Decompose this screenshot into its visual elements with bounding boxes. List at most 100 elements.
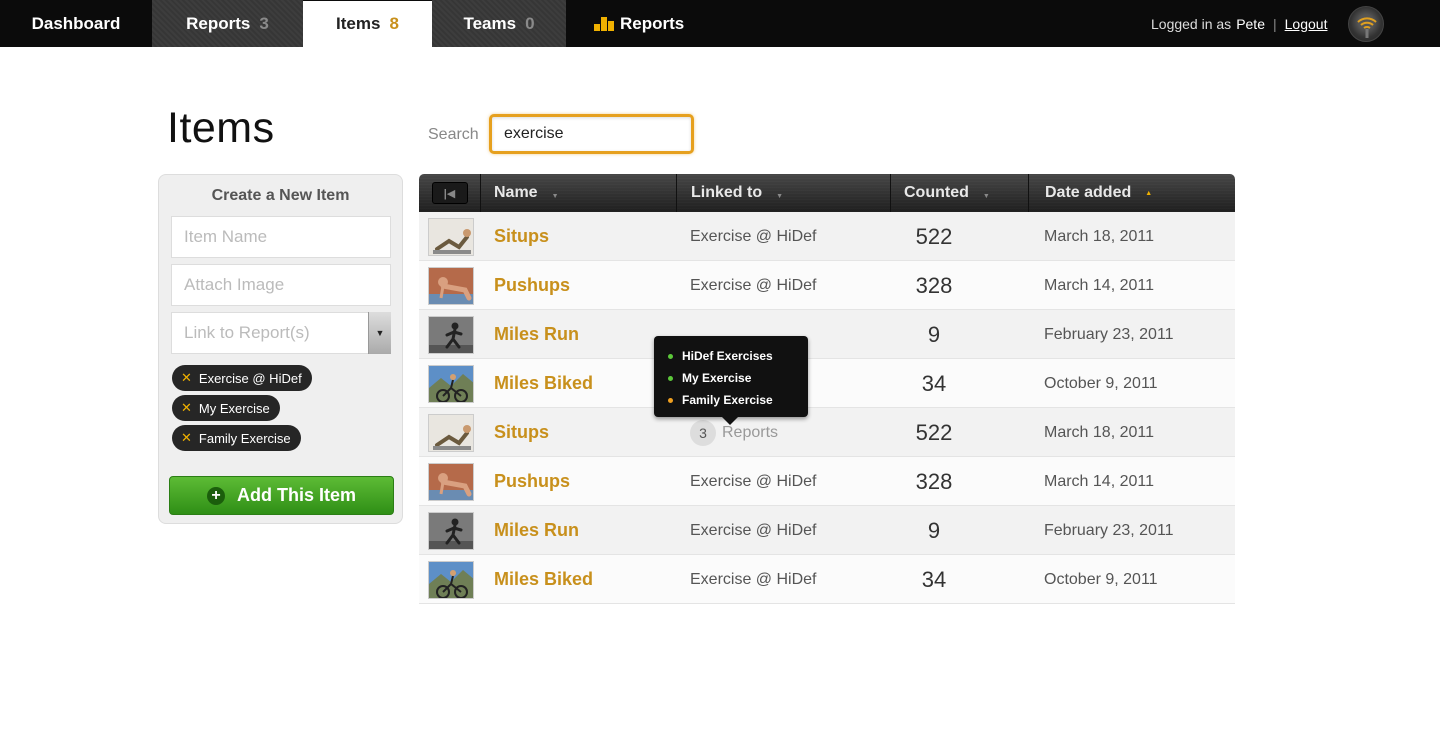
tag-label: My Exercise [198, 400, 270, 416]
dropdown-arrow-icon[interactable]: ▼ [368, 312, 391, 354]
table-row[interactable]: Miles Biked 34 October 9, 2011 [419, 359, 1235, 408]
search-label: Search [428, 126, 479, 143]
username: Pete [1236, 15, 1265, 32]
table-row[interactable]: Situps 3 Reports 522 March 18, 2011 [419, 408, 1235, 457]
item-name-link[interactable]: Miles Run [494, 506, 579, 555]
linked-to-cell[interactable]: Exercise @ HiDef [690, 261, 817, 310]
item-thumbnail [428, 267, 474, 305]
counted-value: 328 [915, 272, 953, 298]
create-item-panel: Create a New Item Item Name Attach Image… [158, 174, 403, 524]
table-row[interactable]: Miles Run 9 February 23, 2011 [419, 310, 1235, 359]
sort-icon: ▼ [776, 192, 784, 200]
table-row[interactable]: Situps Exercise @ HiDef 522 March 18, 20… [419, 212, 1235, 261]
tooltip-item-label: HiDef Exercises [682, 349, 773, 363]
logged-in-prefix: Logged in as [1151, 15, 1232, 32]
status-dot [668, 397, 673, 403]
counted-value: 34 [921, 370, 947, 396]
link-reports-placeholder: Link to Report(s) [184, 323, 310, 342]
item-name-link[interactable]: Miles Biked [494, 359, 593, 408]
avatar[interactable] [1348, 6, 1384, 42]
link-reports-select[interactable]: Link to Report(s) ▼ [171, 312, 391, 354]
date-added-value: October 9, 2011 [1044, 374, 1158, 392]
tab-items[interactable]: Items 8 [303, 1, 432, 47]
table-row[interactable]: Miles Biked Exercise @ HiDef 34 October … [419, 555, 1235, 604]
tab-dashboard-label: Dashboard [31, 13, 121, 33]
column-name-label: Name [494, 184, 538, 201]
close-icon[interactable]: ✕ [181, 430, 192, 446]
item-name-link[interactable]: Situps [494, 408, 549, 457]
sort-icon: ▼ [551, 192, 559, 200]
column-name[interactable]: Name ▼ [481, 174, 677, 212]
table-header: |◀ Name ▼ Linked to ▼ Counted ▼ Date add… [419, 174, 1235, 212]
top-nav: Dashboard Reports 3 Items 8 Teams 0 Repo… [0, 0, 1440, 47]
date-added-value: March 18, 2011 [1044, 227, 1154, 245]
collapse-icon[interactable]: |◀ [431, 182, 468, 204]
linked-to-cell[interactable]: Exercise @ HiDef [690, 457, 817, 506]
item-thumbnail [428, 316, 474, 354]
bar-chart-icon [594, 16, 614, 31]
linked-to-cell[interactable]: Exercise @ HiDef [690, 555, 817, 604]
add-item-label: Add This Item [236, 485, 356, 505]
tab-reports-label: Reports [186, 13, 251, 33]
linked-to-cell[interactable]: Exercise @ HiDef [690, 212, 817, 261]
attach-image-field[interactable]: Attach Image [171, 264, 391, 306]
linked-to-value: Exercise @ HiDef [690, 570, 817, 588]
create-item-title: Create a New Item [211, 187, 350, 204]
linked-to-cell[interactable]: Exercise @ HiDef [690, 506, 817, 555]
item-name-link[interactable]: Miles Run [494, 310, 579, 359]
tab-teams[interactable]: Teams 0 [432, 0, 566, 47]
column-linked-label: Linked to [691, 184, 763, 201]
item-name-link[interactable]: Pushups [494, 457, 570, 506]
tag-label: Family Exercise [198, 430, 291, 446]
item-name-link[interactable]: Pushups [494, 261, 570, 310]
date-added-value: February 23, 2011 [1044, 521, 1174, 539]
linked-report-tag: ✕ Exercise @ HiDef [172, 365, 312, 391]
close-icon[interactable]: ✕ [181, 370, 192, 386]
item-thumbnail [428, 463, 474, 501]
linked-report-tag: ✕ Family Exercise [172, 425, 301, 451]
date-added-value: March 14, 2011 [1044, 472, 1154, 490]
items-table: |◀ Name ▼ Linked to ▼ Counted ▼ Date add… [419, 174, 1235, 604]
linked-to-value: Exercise @ HiDef [690, 227, 817, 245]
linked-report-tag: ✕ My Exercise [172, 395, 280, 421]
date-added-value: March 14, 2011 [1044, 276, 1154, 294]
separator: | [1273, 15, 1277, 32]
item-thumbnail [428, 414, 474, 452]
tab-reports[interactable]: Reports 3 [152, 0, 303, 47]
login-status: Logged in as Pete | Logout [1151, 0, 1327, 47]
sort-icon: ▼ [982, 192, 990, 200]
table-row[interactable]: Pushups Exercise @ HiDef 328 March 14, 2… [419, 261, 1235, 310]
sort-asc-icon: ▲ [1145, 189, 1153, 197]
counted-value: 522 [915, 419, 953, 445]
column-counted[interactable]: Counted ▼ [891, 174, 1029, 212]
linked-to-value: Exercise @ HiDef [690, 521, 817, 539]
page-title: Items [167, 104, 275, 152]
status-dot [668, 375, 673, 381]
tab-reports-chart[interactable]: Reports [566, 0, 716, 47]
column-date[interactable]: Date added ▲ [1029, 174, 1235, 212]
column-date-label: Date added [1045, 184, 1132, 201]
table-row[interactable]: Pushups Exercise @ HiDef 328 March 14, 2… [419, 457, 1235, 506]
search-input[interactable] [489, 114, 694, 154]
linked-count-badge[interactable]: 3 [690, 419, 716, 446]
tab-reports-chart-label: Reports [620, 13, 685, 33]
date-added-value: October 9, 2011 [1044, 570, 1158, 588]
wifi-icon [1357, 17, 1377, 38]
table-row[interactable]: Miles Run Exercise @ HiDef 9 February 23… [419, 506, 1235, 555]
item-name-link[interactable]: Miles Biked [494, 555, 593, 604]
counted-value: 9 [927, 517, 941, 543]
column-counted-label: Counted [904, 184, 969, 201]
close-icon[interactable]: ✕ [181, 400, 192, 416]
add-item-button[interactable]: + Add This Item [169, 476, 394, 515]
item-name-field[interactable]: Item Name [171, 216, 391, 258]
plus-icon: + [206, 486, 225, 505]
tooltip-item: Family Exercise [668, 389, 808, 411]
item-name-link[interactable]: Situps [494, 212, 549, 261]
column-linked[interactable]: Linked to ▼ [677, 174, 891, 212]
counted-value: 9 [927, 321, 941, 347]
status-dot [668, 353, 673, 359]
logout-link[interactable]: Logout [1285, 16, 1328, 32]
item-thumbnail [428, 218, 474, 256]
tag-label: Exercise @ HiDef [198, 370, 302, 386]
tab-dashboard[interactable]: Dashboard [0, 0, 152, 47]
